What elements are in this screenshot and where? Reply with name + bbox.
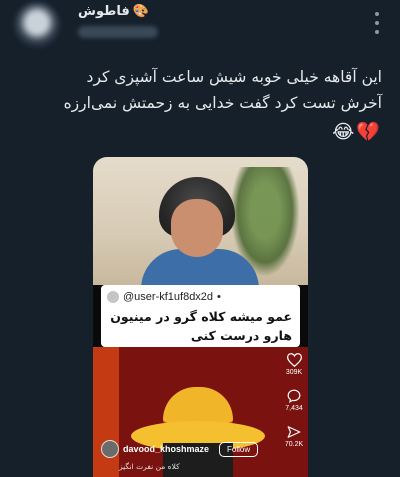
comment-text: عمو میشه کلاه گرو در مینیون هارو درست کن… [110,309,292,343]
laughing-broken-heart-emoji-icon: 😂💔 [332,121,382,143]
tweet-text-line: این آقاهه خیلی خوبه شیش ساعت آشپزی کرد [86,68,382,86]
video-caption: کلاه من نفرت انگیز [119,462,180,471]
more-options-icon[interactable] [374,12,380,34]
video-top-frame [93,157,308,289]
share-arrow-icon [287,426,301,438]
comment-avatar [107,291,119,303]
person-face [171,199,223,257]
follow-button[interactable]: Follow [219,441,259,457]
author-handle-blurred [78,26,158,38]
tweet-text-line: آخرش تست کرد گفت خدایی به زحمتش نمی‌ارزه [63,94,382,112]
video-media[interactable]: @user-kf1uf8dx2d • عمو میشه کلاه گرو در … [93,157,308,477]
heart-icon [286,353,302,367]
video-creator: davood_khoshmaze Follow [101,440,259,458]
creator-avatar[interactable] [101,440,119,458]
like-count: 309K [285,369,303,376]
palette-emoji-icon: 🎨 [132,3,149,19]
comment-user-row: @user-kf1uf8dx2d • [107,291,221,303]
share-action[interactable]: 70.2K [280,425,308,448]
comment-count: 7,434 [285,405,303,412]
reply-comment-card: @user-kf1uf8dx2d • عمو میشه کلاه گرو در … [101,285,300,347]
like-action[interactable]: 309K [280,353,308,376]
comment-bubble-icon [287,389,301,403]
tweet-emojis: 😂💔 [332,120,382,143]
share-count: 70.2K [284,441,304,448]
comment-username: @user-kf1uf8dx2d [123,291,214,303]
author-name-row[interactable]: فاطوش 🎨 [78,2,149,20]
comment-bullet: • [217,291,221,303]
creator-handle[interactable]: davood_khoshmaze [123,444,209,454]
tweet-text: این آقاهه خیلی خوبه شیش ساعت آشپزی کرد آ… [20,64,382,116]
author-avatar[interactable] [14,2,60,48]
comment-action[interactable]: 7,434 [280,389,308,412]
author-name[interactable]: فاطوش [78,4,130,19]
video-actions: 309K 7,434 70.2K [280,347,308,477]
tweet-header: فاطوش 🎨 [0,0,400,56]
